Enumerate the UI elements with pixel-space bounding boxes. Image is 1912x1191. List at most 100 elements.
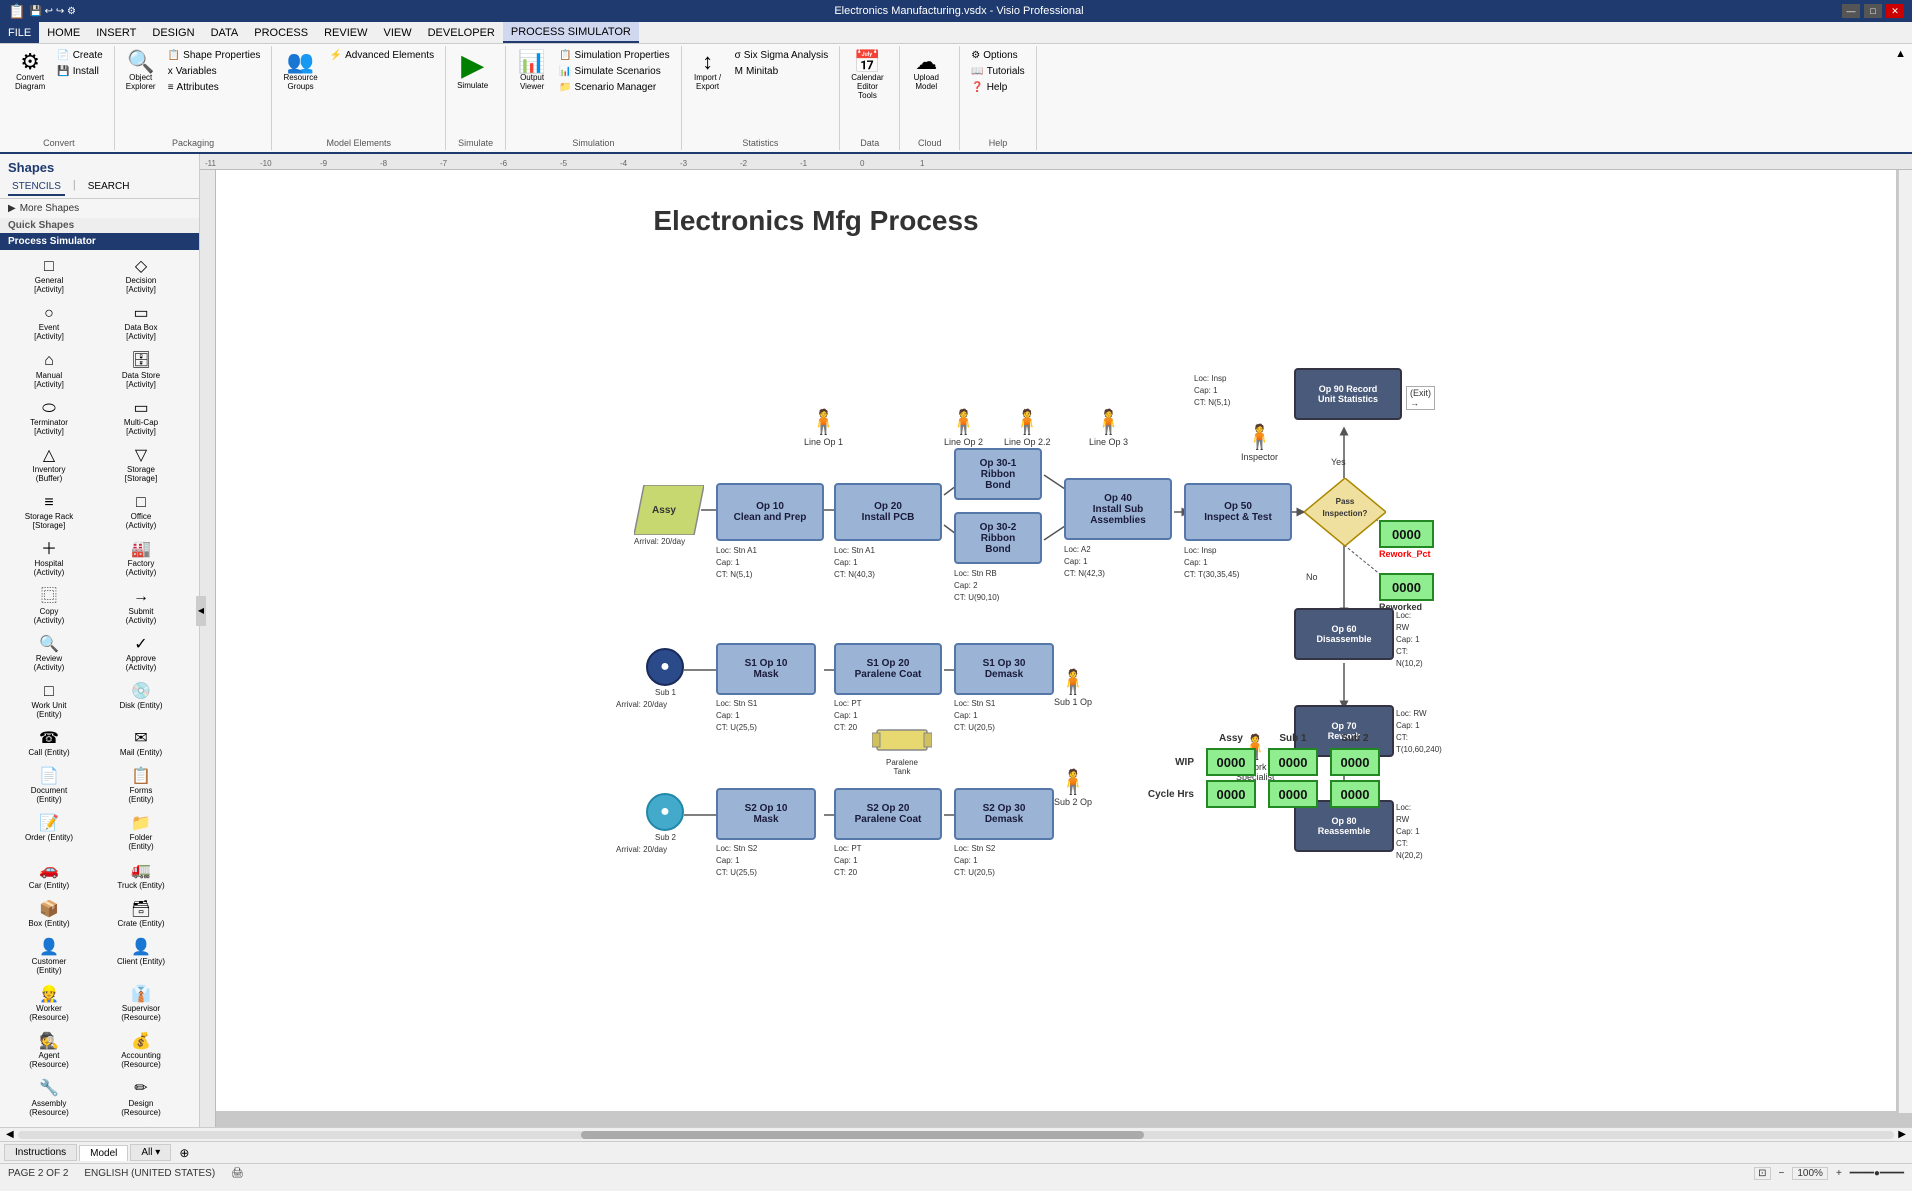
horizontal-scrollbar[interactable]: ◀ ▶ [0,1127,1912,1141]
shape-event-activity[interactable]: ○ Event[Activity] [4,301,94,344]
shape-order[interactable]: 📝 Order (Entity) [4,811,94,854]
shape-mail[interactable]: ✉ Mail (Entity) [96,726,186,760]
menu-file[interactable]: FILE [0,22,39,43]
convert-diagram-button[interactable]: ⚙ ConvertDiagram [10,48,50,94]
shape-hospital[interactable]: ＋ Hospital(Activity) [4,537,94,580]
shape-forms[interactable]: 📋 Forms(Entity) [96,764,186,807]
shape-accounting[interactable]: 💰 Accounting(Resource) [96,1029,186,1072]
maximize-button[interactable]: □ [1864,4,1882,18]
scroll-right-arrow[interactable]: ▶ [1894,1129,1910,1140]
shape-submit[interactable]: → Submit(Activity) [96,584,186,627]
shape-terminator[interactable]: ⬭ Terminator[Activity] [4,396,94,439]
help-button[interactable]: ❓ Help [966,80,1029,95]
output-viewer-button[interactable]: 📊 OutputViewer [512,48,552,94]
resource-groups-button[interactable]: 👥 ResourceGroups [278,48,322,94]
shape-agent[interactable]: 🕵 Agent(Resource) [4,1029,94,1072]
sidebar-collapse-button[interactable]: ◀ [196,596,206,626]
shape-inventory[interactable]: △ Inventory(Buffer) [4,443,94,486]
scroll-track[interactable] [18,1131,1895,1139]
close-button[interactable]: ✕ [1886,4,1904,18]
shape-worker[interactable]: 👷 Worker(Resource) [4,982,94,1025]
process-simulator-stencil[interactable]: Process Simulator [0,233,199,250]
shape-customer[interactable]: 👤 Customer(Entity) [4,935,94,978]
shape-design[interactable]: ✏ Design(Resource) [96,1076,186,1119]
shape-engineering[interactable]: ⚙ Engineering(Resource) [4,1124,94,1127]
simulate-scenarios-button[interactable]: 📊 Simulate Scenarios [554,64,675,79]
op20-box[interactable]: Op 20Install PCB [834,483,942,541]
menu-data[interactable]: DATA [203,22,247,43]
menu-process[interactable]: PROCESS [246,22,316,43]
s2op10-box[interactable]: S2 Op 10Mask [716,788,816,840]
op60-box[interactable]: Op 60Disassemble [1294,608,1394,660]
menu-design[interactable]: DESIGN [144,22,202,43]
shape-approve[interactable]: ✓ Approve(Activity) [96,632,186,675]
op40-box[interactable]: Op 40Install SubAssemblies [1064,478,1172,540]
s1op10-box[interactable]: S1 Op 10Mask [716,643,816,695]
six-sigma-button[interactable]: σ Six Sigma Analysis [730,48,834,63]
shape-manual-activity[interactable]: ⌂ Manual[Activity] [4,348,94,391]
shape-storage[interactable]: ▽ Storage[Storage] [96,443,186,486]
zoom-slider[interactable]: ━━━━●━━━━ [1850,1168,1904,1179]
zoom-out-button[interactable]: − [1779,1168,1785,1179]
shape-assembly[interactable]: 🔧 Assembly(Resource) [4,1076,94,1119]
options-button[interactable]: ⚙ Options [966,48,1029,63]
shape-copy[interactable]: ⿴ Copy(Activity) [4,584,94,627]
upload-model-button[interactable]: ☁ UploadModel [906,48,946,94]
minimize-button[interactable]: — [1842,4,1860,18]
shape-box[interactable]: 📦 Box (Entity) [4,897,94,931]
diagram-canvas[interactable]: Electronics Mfg Process [216,170,1896,1111]
shape-review[interactable]: 🔍 Review(Activity) [4,632,94,675]
canvas-area[interactable]: -11 -10 -9 -8 -7 -6 -5 -4 -3 -2 -1 0 1 E… [200,154,1912,1127]
shape-office-activity[interactable]: □ Office(Activity) [96,490,186,533]
shape-crate[interactable]: 🗃 Crate (Entity) [96,897,186,931]
object-explorer-button[interactable]: 🔍 ObjectExplorer [121,48,161,94]
shape-disk[interactable]: 💿 Disk (Entity) [96,679,186,722]
menu-process-simulator[interactable]: PROCESS SIMULATOR [503,22,639,43]
advanced-elements-button[interactable]: ⚡ Advanced Elements [325,48,439,63]
minitab-button[interactable]: M Minitab [730,64,834,79]
scroll-thumb[interactable] [581,1131,1144,1139]
shape-decision-activity[interactable]: ◇ Decision[Activity] [96,254,186,297]
import-export-button[interactable]: ↕ Import /Export [688,48,728,94]
s2op30-box[interactable]: S2 Op 30Demask [954,788,1054,840]
ribbon-collapse-button[interactable]: ▲ [1893,46,1908,150]
add-page-button[interactable]: ⊕ [173,1144,195,1162]
shape-document[interactable]: 📄 Document(Entity) [4,764,94,807]
scenario-manager-button[interactable]: 📁 Scenario Manager [554,80,675,95]
shape-client[interactable]: 👤 Client (Entity) [96,935,186,978]
vertical-scrollbar[interactable] [1898,170,1912,1113]
op30-1-box[interactable]: Op 30-1RibbonBond [954,448,1042,500]
shape-marketing[interactable]: 📢 Marketing(Resource) [96,1124,186,1127]
stencils-tab[interactable]: STENCILS [8,179,65,196]
calendar-editor-button[interactable]: 📅 CalendarEditorTools [846,48,888,103]
scroll-left-arrow[interactable]: ◀ [2,1129,18,1140]
more-shapes-button[interactable]: ▶ More Shapes [0,199,199,218]
zoom-in-button[interactable]: + [1836,1168,1842,1179]
shape-truck[interactable]: 🚛 Truck (Entity) [96,858,186,892]
create-button[interactable]: 📄 Create [52,48,107,63]
simulate-button[interactable]: ▶ Simulate [452,48,493,93]
shape-car[interactable]: 🚗 Car (Entity) [4,858,94,892]
shape-call[interactable]: ☎ Call (Entity) [4,726,94,760]
s1op20-box[interactable]: S1 Op 20Paralene Coat [834,643,942,695]
shape-general-activity[interactable]: □ General[Activity] [4,254,94,297]
zoom-level[interactable]: 100% [1792,1167,1828,1180]
simulation-properties-button[interactable]: 📋 Simulation Properties [554,48,675,63]
variables-button[interactable]: x Variables [163,64,266,79]
tab-instructions[interactable]: Instructions [4,1144,77,1161]
shape-databox-activity[interactable]: ▭ Data Box[Activity] [96,301,186,344]
menu-home[interactable]: HOME [39,22,88,43]
op10-box[interactable]: Op 10Clean and Prep [716,483,824,541]
menu-developer[interactable]: DEVELOPER [420,22,503,43]
s2op20-box[interactable]: S2 Op 20Paralene Coat [834,788,942,840]
shape-multicap[interactable]: ▭ Multi-Cap[Activity] [96,396,186,439]
shape-properties-button[interactable]: 📋 Shape Properties [163,48,266,63]
shape-work-unit[interactable]: □ Work Unit(Entity) [4,679,94,722]
shape-datastore-activity[interactable]: 🗄 Data Store[Activity] [96,348,186,391]
s1op30-box[interactable]: S1 Op 30Demask [954,643,1054,695]
fit-page-button[interactable]: ⊡ [1754,1167,1770,1180]
shape-storage-rack[interactable]: ≡ Storage Rack[Storage] [4,490,94,533]
menu-insert[interactable]: INSERT [88,22,144,43]
attributes-button[interactable]: ≡ Attributes [163,80,266,95]
tutorials-button[interactable]: 📖 Tutorials [966,64,1029,79]
